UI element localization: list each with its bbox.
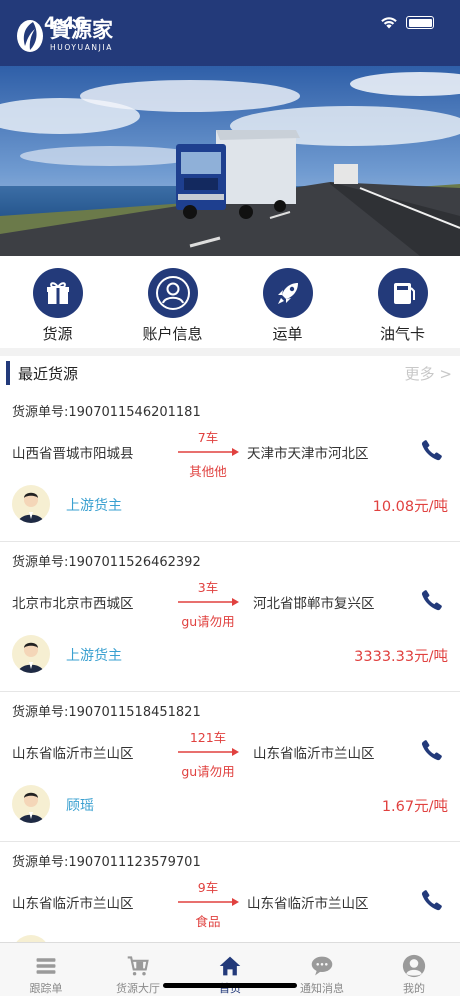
quick-item-waybill[interactable]: 运单 — [230, 256, 345, 348]
route-info: 121车 gu请勿用 — [176, 727, 240, 780]
logo-subtitle: HUOYUANJIA — [50, 43, 113, 53]
route-info: 7车 其他他 — [176, 427, 240, 480]
destination: 河北省邯郸市复兴区 — [253, 596, 375, 612]
avatar — [12, 485, 50, 523]
app-logo: 貨源家 HUOYUANJIA — [14, 18, 113, 54]
section-title: 最近货源 — [18, 365, 79, 383]
truck-count: 3车 — [197, 580, 219, 595]
home-indicator — [163, 983, 297, 988]
chat-icon — [311, 956, 333, 976]
app-header: 4:46 貨源家 HUOYUANJIA — [0, 0, 460, 66]
goods-name: gu请勿用 — [181, 764, 235, 779]
origin: 山东省临沂市兰山区 — [12, 746, 134, 762]
profile-icon — [402, 954, 426, 978]
person-avatar-icon — [18, 642, 44, 673]
quick-item-fuel-card[interactable]: 油气卡 — [345, 256, 460, 348]
section-accent-bar — [6, 361, 10, 385]
quick-label-account: 账户信息 — [142, 325, 203, 343]
goods-name: 其他他 — [189, 464, 227, 479]
cargo-card[interactable]: 货源单号:1907011526462392 北京市北京市西城区 3车 gu请勿用… — [0, 542, 460, 692]
price: 1.67元/吨 — [381, 799, 448, 815]
destination: 山东省临沂市兰山区 — [247, 896, 369, 912]
arrow-right-icon — [178, 448, 239, 456]
recent-cargo-header: 最近货源 更多 > — [0, 356, 460, 390]
truck-count: 121车 — [189, 730, 227, 745]
tab-cargo-hall[interactable]: 货源大厅 — [92, 943, 184, 996]
cargo-card[interactable]: 货源单号:1907011546201181 山西省晋城市阳城县 7车 其他他 天… — [0, 392, 460, 542]
rocket-icon — [277, 283, 298, 304]
logo-name: 貨源家 — [50, 18, 113, 43]
truck-count: 9车 — [197, 880, 219, 895]
avatar — [12, 785, 50, 823]
route-info: 9车 食品 — [176, 877, 240, 930]
cargo-number: 货源单号:1907011518451821 — [12, 705, 201, 720]
status-icons — [380, 16, 434, 29]
quick-label-waybill: 运单 — [272, 325, 303, 343]
logo-mark-icon — [17, 20, 43, 52]
tab-home[interactable]: 首页 — [184, 943, 276, 996]
banner-image[interactable] — [0, 66, 460, 256]
home-icon — [219, 956, 241, 976]
person-avatar-icon — [18, 792, 44, 823]
origin: 山东省临沂市兰山区 — [12, 896, 134, 912]
goods-name: 食品 — [195, 914, 221, 929]
quick-label-fuel-card: 油气卡 — [379, 325, 425, 343]
battery-icon — [406, 16, 434, 29]
fuel-card-icon — [393, 283, 415, 304]
tab-label: 我的 — [403, 982, 425, 995]
tab-tracking[interactable]: 跟踪单 — [0, 943, 92, 996]
quick-label-cargo: 货源 — [42, 325, 73, 343]
cargo-number: 货源单号:1907011123579701 — [12, 855, 201, 870]
tab-label: 通知消息 — [300, 982, 344, 995]
user-icon — [155, 276, 190, 310]
quick-menu: 货源 账户信息 运单 油气卡 — [0, 256, 460, 348]
cargo-number: 货源单号:1907011526462392 — [12, 555, 201, 570]
tab-label: 货源大厅 — [116, 982, 160, 995]
owner-name: 上游货主 — [66, 498, 122, 514]
truck-count: 7车 — [197, 430, 219, 445]
route-info: 3车 gu请勿用 — [176, 577, 240, 630]
price: 10.08元/吨 — [372, 499, 448, 515]
origin: 山西省晋城市阳城县 — [12, 446, 134, 462]
tab-label: 跟踪单 — [29, 982, 63, 995]
tab-profile[interactable]: 我的 — [368, 943, 460, 996]
truck-highway-picture — [0, 66, 460, 256]
list-icon — [36, 958, 56, 974]
wifi-icon — [381, 17, 397, 29]
destination: 天津市天津市河北区 — [247, 446, 369, 462]
owner-name: 顾瑶 — [66, 798, 94, 814]
gift-icon — [46, 282, 69, 304]
person-avatar-icon — [18, 492, 44, 523]
phone-icon[interactable] — [420, 588, 444, 612]
tab-notifications[interactable]: 通知消息 — [276, 943, 368, 996]
quick-item-account[interactable]: 账户信息 — [115, 256, 230, 348]
quick-item-cargo[interactable]: 货源 — [0, 256, 115, 348]
arrow-right-icon — [178, 598, 239, 606]
price: 3333.33元/吨 — [354, 649, 448, 665]
arrow-right-icon — [178, 898, 239, 906]
cargo-number: 货源单号:1907011546201181 — [12, 405, 201, 420]
avatar — [12, 635, 50, 673]
phone-icon[interactable] — [420, 438, 444, 462]
cart-icon — [127, 956, 149, 976]
cargo-card[interactable]: 货源单号:1907011518451821 山东省临沂市兰山区 121车 gu请… — [0, 692, 460, 842]
origin: 北京市北京市西城区 — [12, 596, 134, 612]
phone-icon[interactable] — [420, 888, 444, 912]
phone-icon[interactable] — [420, 738, 444, 762]
goods-name: gu请勿用 — [181, 614, 235, 629]
cargo-list: 货源单号:1907011546201181 山西省晋城市阳城县 7车 其他他 天… — [0, 392, 460, 992]
arrow-right-icon — [178, 748, 239, 756]
destination: 山东省临沂市兰山区 — [253, 746, 375, 762]
divider — [0, 348, 460, 356]
owner-name: 上游货主 — [66, 648, 122, 664]
more-link[interactable]: 更多 > — [405, 363, 452, 384]
